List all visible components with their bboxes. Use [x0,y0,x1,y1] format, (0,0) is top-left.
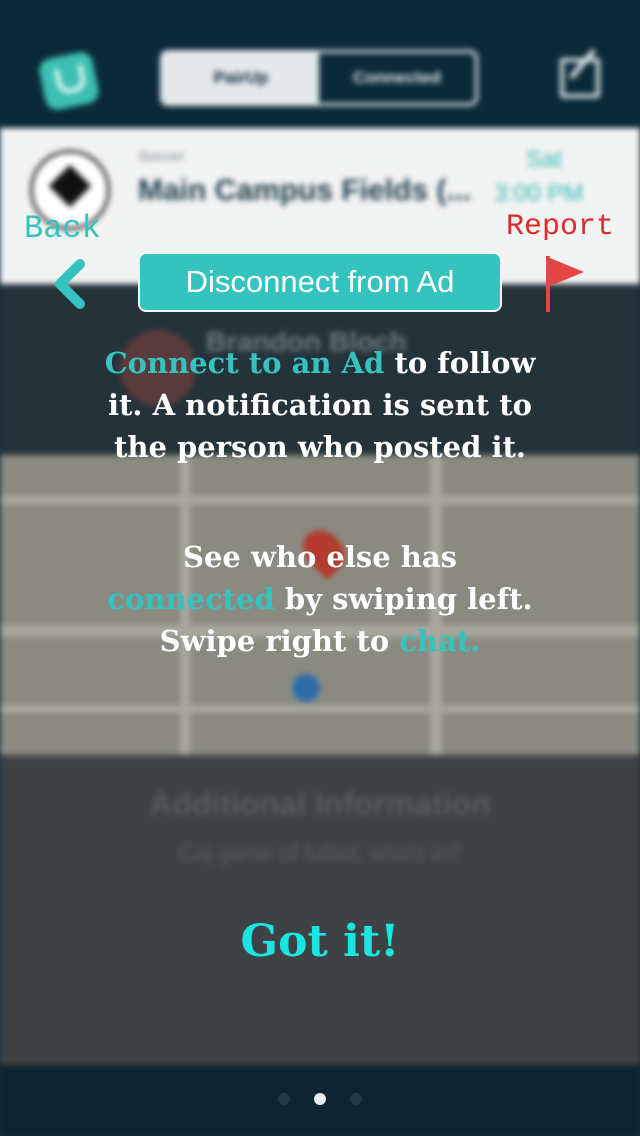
flag-icon[interactable] [540,252,590,314]
tip-swipe-line2: by swiping left. [274,582,533,616]
current-location-icon [292,674,320,702]
report-label: Report [506,210,615,244]
page-indicator [278,1092,362,1106]
compose-icon[interactable] [560,58,600,98]
tip-swipe: See who else has connected by swiping le… [0,536,640,662]
tip-connect-line3: the person who posted it. [113,430,527,464]
tab-pairup[interactable]: PairUp [163,53,319,103]
page-dot [278,1093,290,1105]
additional-info-body: Caj game of futbol, who's in? [179,840,461,865]
tip-connect-highlight: Connect to an Ad [104,346,385,380]
location-title: Main Campus Fields (... [138,174,472,207]
chevron-left-icon[interactable] [50,258,96,310]
got-it-button[interactable]: Got it! [0,916,640,967]
back-label: Back [24,210,101,247]
listing-time: 3:00 PM [494,180,584,207]
tab-connected[interactable]: Connected [319,53,475,103]
tip-swipe-highlight-chat: chat. [399,624,481,658]
tip-connect-line1: to follow [384,346,536,380]
page-dot-active [314,1093,326,1105]
disconnect-button[interactable]: Disconnect from Ad [138,252,502,312]
page-dot [350,1093,362,1105]
tip-swipe-line3: Swipe right to [159,624,400,658]
tip-swipe-highlight-connected: connected [107,582,275,616]
tab-switcher: PairUp Connected [160,50,478,106]
sport-label: Soccer [138,148,185,165]
tip-swipe-line1: See who else has [183,540,457,574]
tip-connect: Connect to an Ad to follow it. A notific… [0,342,640,468]
additional-info-title: Additional Information [149,786,491,822]
listing-day: Sat [526,146,563,173]
tip-connect-line2: it. A notification is sent to [107,388,533,422]
